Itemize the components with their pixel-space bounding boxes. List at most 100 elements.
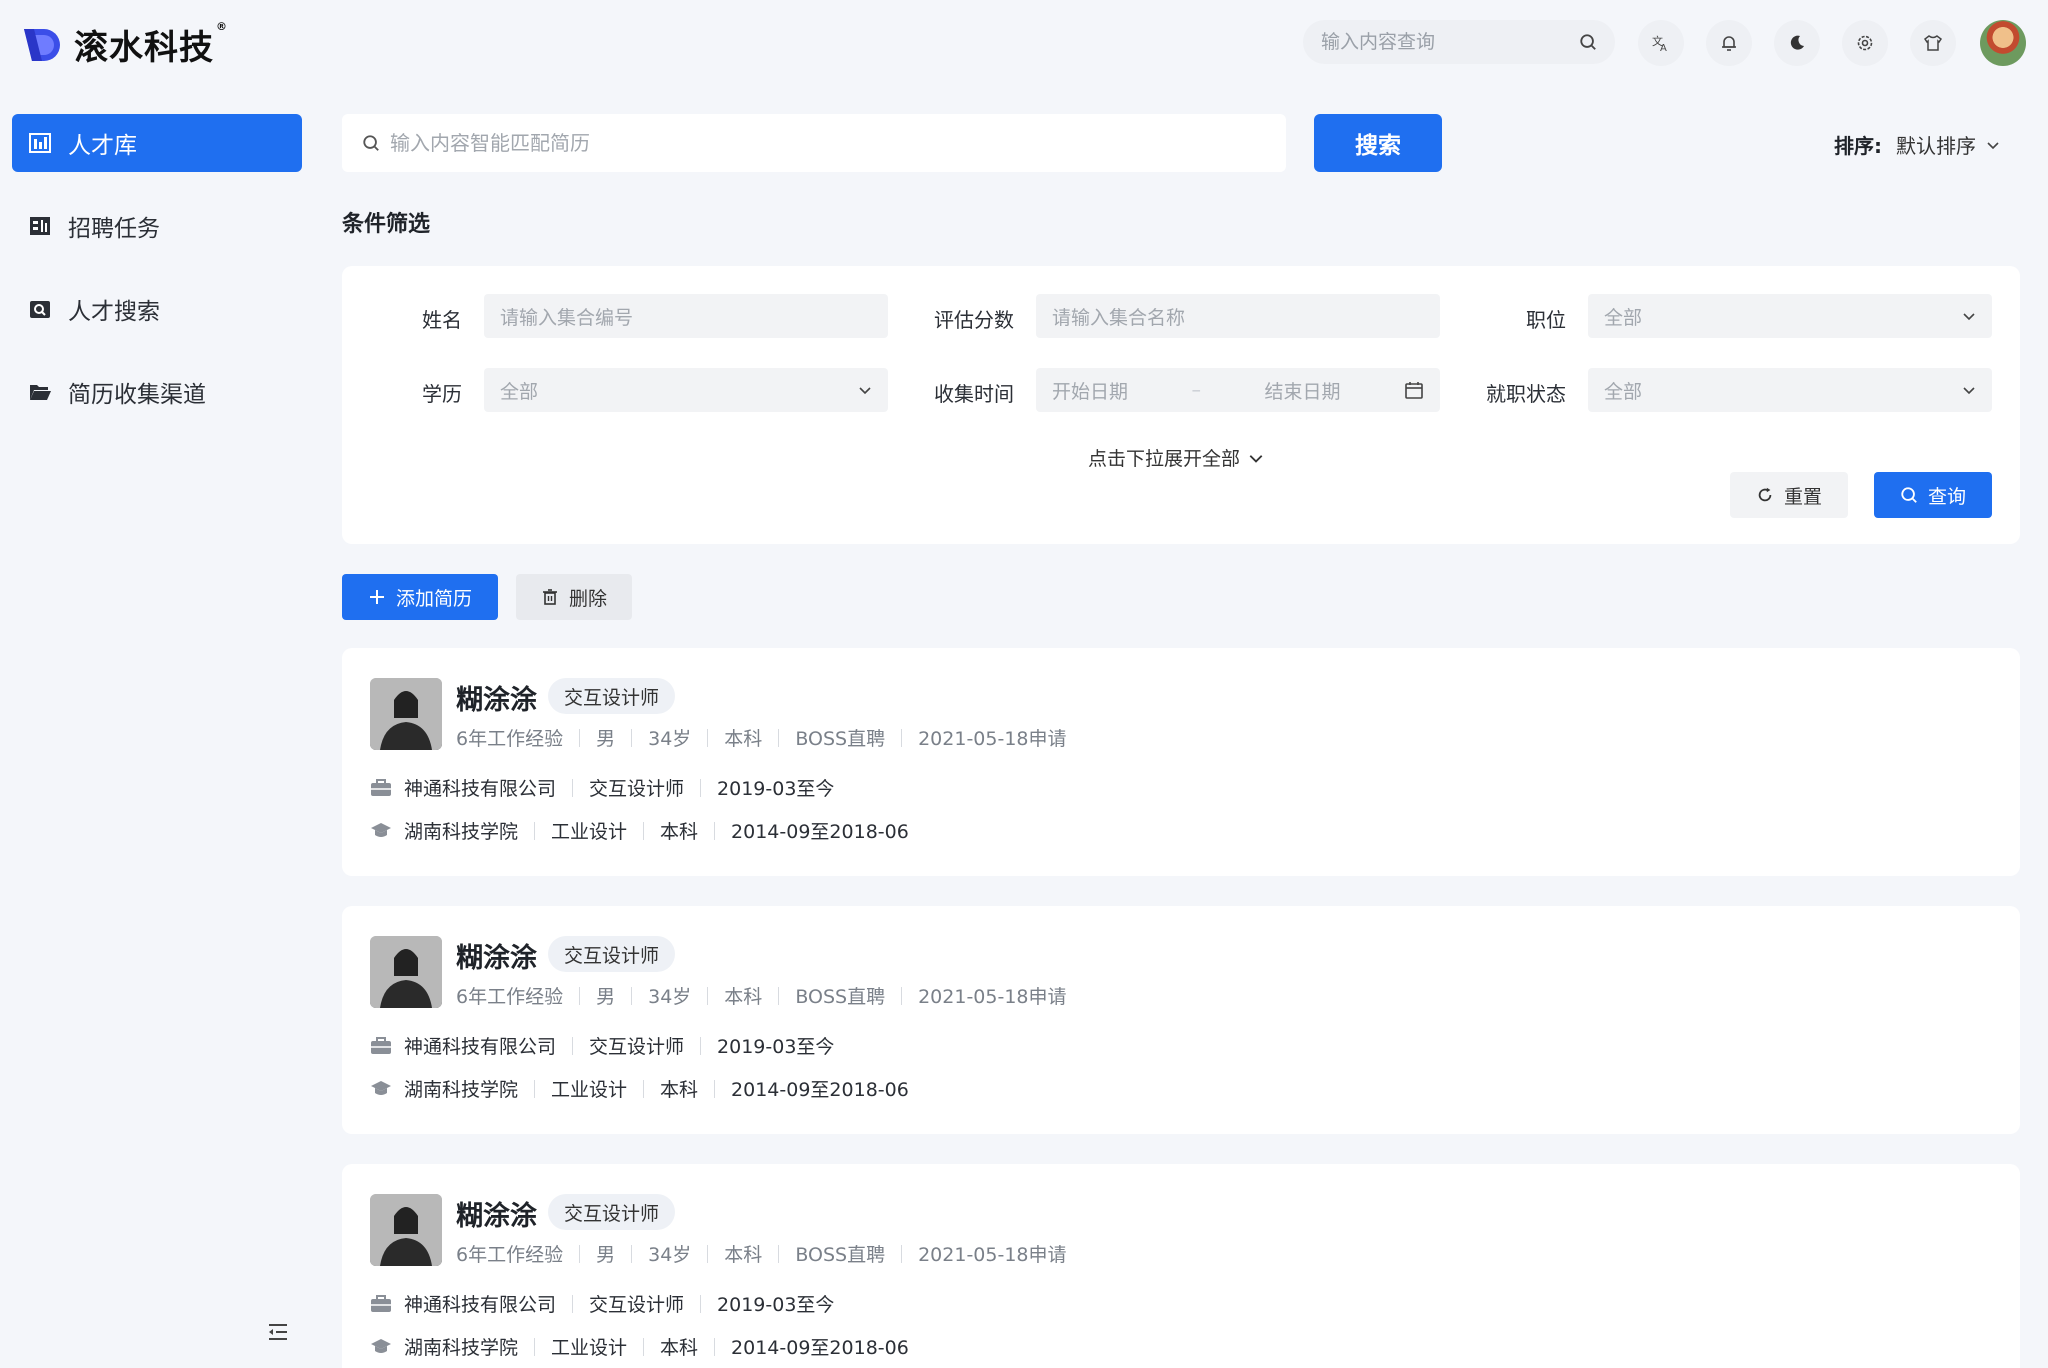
separator [534,1337,536,1356]
sidebar-item-resume-channels[interactable]: 简历收集渠道 [12,363,302,421]
gear-icon [1857,35,1873,51]
separator [643,1337,645,1356]
separator [707,728,709,747]
position-tag: 交互设计师 [548,936,676,972]
resume-card[interactable]: 糊涂涂 交互设计师 6年工作经验男 34岁 本科 BOSS直聘 2021-05-18申请… [342,648,2020,876]
sidebar-item-talent-search[interactable]: 人才搜索 [12,280,302,338]
briefcase-icon [370,1035,392,1057]
position-select[interactable]: 全部 [1588,294,1992,338]
separator [643,821,645,840]
candidate-name: 糊涂涂 [456,685,537,716]
meta-item: 6年工作经验 [456,986,564,1008]
name-label: 姓名 [422,308,462,332]
top-search-input[interactable] [1321,31,1561,53]
candidate-meta: 6年工作经验 男 34岁 本科 BOSS直聘 2021-05-18申请 [456,1240,1067,1267]
resume-card[interactable]: 糊涂涂 交互设计师 6年工作经验男 34岁 本科 BOSS直聘 2021-05-18申请… [342,906,2020,1134]
separator [572,1036,574,1055]
collapse-sidebar-button[interactable] [266,1320,290,1344]
separator [534,821,536,840]
separator [707,986,709,1005]
theme-button[interactable] [1910,20,1956,66]
school-item: 工业设计 [551,1337,628,1359]
search-button[interactable]: 搜索 [1314,114,1442,172]
date-range-picker[interactable]: 开始日期 – 结束日期 [1036,368,1440,412]
translate-button[interactable]: 文A [1638,20,1684,66]
meta-item: 34岁 [648,986,692,1008]
separator [778,728,780,747]
separator [631,986,633,1005]
work-experience: 神通科技有限公司 交互设计师 2019-03至今 [370,1290,834,1317]
candidate-avatar [370,1194,442,1266]
education-history: 湖南科技学院 工业设计 本科 2014-09至2018-06 [370,1333,909,1360]
separator [534,1079,536,1098]
delete-label: 删除 [568,587,607,610]
education-label: 学历 [422,382,462,406]
separator [579,1244,581,1263]
position-tag: 交互设计师 [548,678,676,714]
school-item: 本科 [660,1337,699,1359]
sort-select[interactable]: 默认排序 [1896,130,2000,159]
separator [901,986,903,1005]
add-resume-button[interactable]: 添加简历 [342,574,498,620]
meta-item: 34岁 [648,728,692,750]
resume-card[interactable]: 糊涂涂 交互设计师 6年工作经验男 34岁 本科 BOSS直聘 2021-05-18申请… [342,1164,2020,1368]
sidebar-item-label: 人才库 [68,133,137,159]
candidate-meta: 6年工作经验 男 34岁 本科 BOSS直聘 2021-05-18申请 [456,982,1067,1009]
work-item: 2019-03至今 [717,1294,835,1316]
work-item: 交互设计师 [589,1294,685,1316]
school-item: 工业设计 [551,1079,628,1101]
expand-filters-link[interactable]: 点击下拉展开全部 [1088,444,1264,471]
settings-button[interactable] [1842,20,1888,66]
delete-button[interactable]: 删除 [516,574,632,620]
reset-button[interactable]: 重置 [1730,472,1848,518]
query-button[interactable]: 查询 [1874,472,1992,518]
end-date-placeholder[interactable]: 结束日期 [1264,377,1340,404]
employment-status-value: 全部 [1604,380,1643,403]
shirt-icon [1923,35,1943,51]
start-date-placeholder[interactable]: 开始日期 [1052,377,1128,404]
school-item: 2014-09至2018-06 [731,821,909,843]
sort-control[interactable]: 排序: 默认排序 [1834,130,2000,159]
briefcase-icon [370,777,392,799]
sidebar-item-talent-pool[interactable]: 人才库 [12,114,302,172]
education-select[interactable]: 全部 [484,368,888,412]
filter-section-title: 条件筛选 [342,212,431,237]
separator [631,1244,633,1263]
meta-item: 34岁 [648,1244,692,1266]
name-placeholder: 请输入集合编号 [500,306,634,329]
meta-item: 本科 [724,1244,763,1266]
score-field[interactable]: 请输入集合名称 [1036,294,1440,338]
name-field[interactable]: 请输入集合编号 [484,294,888,338]
search-icon [1901,487,1917,503]
school-item: 湖南科技学院 [404,1337,519,1359]
work-experience: 神通科技有限公司 交互设计师 2019-03至今 [370,774,834,801]
user-avatar[interactable] [1980,20,2026,66]
notification-button[interactable] [1706,20,1752,66]
separator [572,778,574,797]
resume-search-input[interactable] [390,131,1250,155]
query-label: 查询 [1927,485,1966,508]
chevron-down-icon [1249,454,1263,463]
svg-text:A: A [1660,43,1667,53]
search-icon[interactable] [1579,33,1597,51]
resume-search-bar[interactable] [342,114,1286,172]
employment-status-select[interactable]: 全部 [1588,368,1992,412]
sidebar-item-recruit-tasks[interactable]: 招聘任务 [12,197,302,255]
meta-item: 2021-05-18申请 [918,1244,1067,1266]
date-separator: – [1191,379,1202,401]
bar-chart-icon [28,131,52,155]
sidebar-item-label: 人才搜索 [68,299,160,325]
meta-item: 男 [596,1244,616,1266]
school-item: 工业设计 [551,821,628,843]
chevron-down-icon [1963,387,1975,395]
candidate-name: 糊涂涂 [456,943,537,974]
sidebar-item-label: 招聘任务 [68,216,160,242]
top-search[interactable] [1303,20,1615,64]
dark-mode-button[interactable] [1774,20,1820,66]
candidate-avatar [370,936,442,1008]
school-item: 湖南科技学院 [404,821,519,843]
separator [700,1036,702,1055]
school-item: 本科 [660,1079,699,1101]
position-tag: 交互设计师 [548,1194,676,1230]
work-item: 2019-03至今 [717,1036,835,1058]
